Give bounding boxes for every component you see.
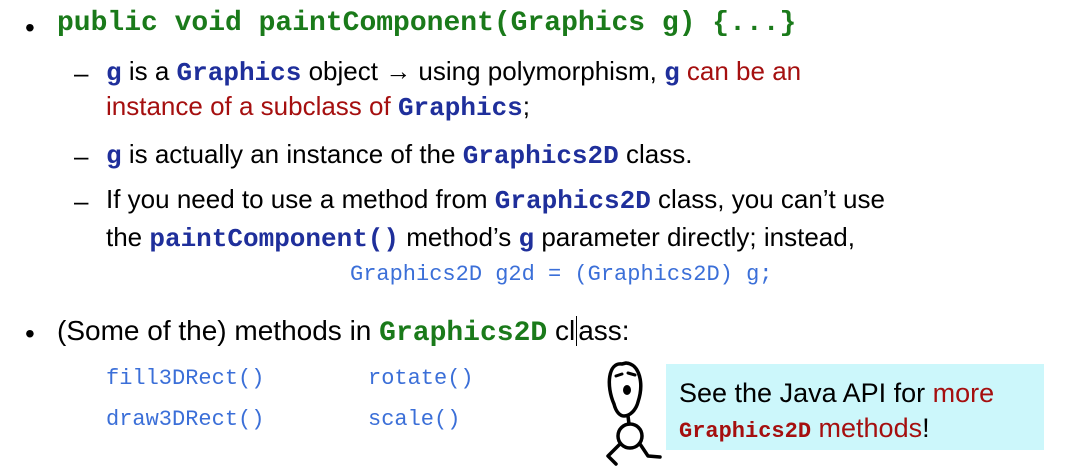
sub-bullet-2: g is actually an instance of the Graphic… [106,139,693,171]
bullet-dot: • [25,12,35,43]
sub-bullet-3-line-2: the paintComponent() method’s g paramete… [106,222,855,254]
code-paintcomponent: paintComponent() [149,224,400,254]
code-g: g [106,58,122,88]
code-graphics: Graphics [397,93,523,123]
heading-code: public void paintComponent(Graphics g) {… [57,8,797,39]
dash-1: – [74,58,89,88]
sub-bullet-3-line-1: If you need to use a method from Graphic… [106,184,885,216]
callout-line-1: See the Java API for more [679,378,995,408]
code-g: g [664,58,680,88]
method-fill3drect: fill3DRect() [106,366,265,391]
code-graphics: Graphics [176,58,302,88]
dash-2: – [74,141,89,171]
method-scale: scale() [368,407,461,432]
cast-code-line: Graphics2D g2d = (Graphics2D) g; [350,262,773,287]
method-rotate: rotate() [368,366,474,391]
code-g: g [518,224,535,254]
code-g: g [106,141,122,171]
code-graphics2d: Graphics2D [462,141,619,171]
code-graphics2d: Graphics2D [494,186,651,216]
code-graphics2d: Graphics2D [379,318,548,349]
sub-bullet-1-line-2: instance of a subclass of Graphics; [106,91,531,123]
arrow-icon: → [385,56,412,86]
callout-line-2: Graphics2D methods! [679,412,930,444]
dash-3: – [74,186,89,216]
bullet-2-text: (Some of the) methods in Graphics2D cl as… [57,315,630,349]
bullet-dot: • [25,318,35,349]
stick-figure-icon [606,361,662,466]
code-graphics2d: Graphics2D [679,418,812,444]
method-draw3drect: draw3DRect() [106,407,265,432]
api-callout: See the Java API for more Graphics2D met… [666,364,1044,450]
sub-bullet-1-line-1: g is a Graphics object → using polymorph… [106,56,802,88]
